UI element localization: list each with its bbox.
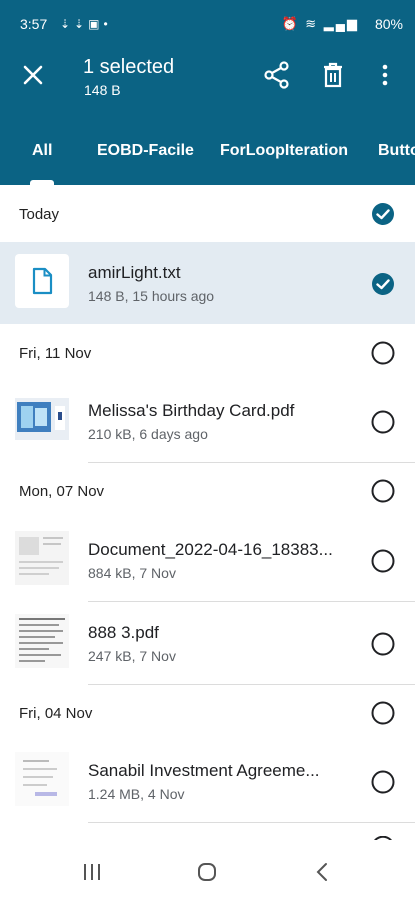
app-header: 3:57 ⇣⇣▣• ⏰ ≋ ▂▄▆ 80% 1 selected 148 B A… xyxy=(0,0,415,185)
selection-size: 148 B xyxy=(84,82,121,98)
section-date-label: Fri, 11 Nov xyxy=(19,345,92,362)
unchecked-circle-icon[interactable] xyxy=(371,341,395,365)
pdf-thumbnail xyxy=(15,752,69,806)
section-header-today: Today xyxy=(0,187,415,242)
filter-tabs: All EOBD-Facile ForLoopIteration Butto xyxy=(0,130,415,185)
checked-circle-icon[interactable] xyxy=(371,202,395,226)
unchecked-circle-icon[interactable] xyxy=(371,549,395,573)
more-options-icon[interactable] xyxy=(373,60,397,90)
close-icon[interactable] xyxy=(18,60,48,90)
section-header-fri-11-nov: Fri, 11 Nov xyxy=(0,326,415,381)
file-meta: 884 kB, 7 Nov xyxy=(88,565,176,581)
tab-indicator xyxy=(30,180,54,185)
document-icon xyxy=(32,267,53,295)
divider xyxy=(88,684,415,685)
system-icons: ⏰ ≋ ▂▄▆ xyxy=(281,16,359,31)
recent-apps-icon[interactable] xyxy=(77,858,107,886)
file-meta: 148 B, 15 hours ago xyxy=(88,288,215,304)
file-thumbnail xyxy=(15,254,69,308)
notification-icons: ⇣⇣▣• xyxy=(60,17,112,31)
file-row-sanabil[interactable]: Sanabil Investment Agreeme... 1.24 MB, 4… xyxy=(0,740,415,822)
unchecked-circle-icon[interactable] xyxy=(371,410,395,434)
status-time: 3:57 xyxy=(20,16,48,32)
section-date-label: Mon, 07 Nov xyxy=(19,483,105,500)
pdf-thumbnail xyxy=(15,531,69,585)
file-name: Melissa's Birthday Card.pdf xyxy=(88,401,295,420)
section-date-label: Fri, 04 Nov xyxy=(19,705,93,722)
file-meta: 210 kB, 6 days ago xyxy=(88,426,208,442)
battery-level: 80% xyxy=(374,16,403,32)
file-row-document[interactable]: Document_2022-04-16_18383... 884 kB, 7 N… xyxy=(0,519,415,601)
selection-count: 1 selected xyxy=(83,56,175,78)
status-bar: 3:57 ⇣⇣▣• ⏰ ≋ ▂▄▆ 80% xyxy=(0,10,415,38)
home-icon[interactable] xyxy=(192,858,222,886)
file-row-amirlight[interactable]: amirLight.txt 148 B, 15 hours ago xyxy=(0,242,415,324)
file-row-888-3[interactable]: 888 3.pdf 247 kB, 7 Nov xyxy=(0,602,415,684)
file-row-birthday-card[interactable]: Melissa's Birthday Card.pdf 210 kB, 6 da… xyxy=(0,380,415,462)
tab-eobd-facile[interactable]: EOBD-Facile xyxy=(97,142,194,160)
share-icon[interactable] xyxy=(262,60,292,90)
delete-icon[interactable] xyxy=(318,60,348,90)
section-header-fri-04-nov: Fri, 04 Nov xyxy=(0,686,415,741)
pdf-thumbnail xyxy=(15,614,69,668)
file-name: 888 3.pdf xyxy=(88,623,159,642)
file-name: Sanabil Investment Agreeme... xyxy=(88,761,320,780)
divider xyxy=(88,822,415,823)
pdf-thumbnail xyxy=(15,392,69,446)
tab-all[interactable]: All xyxy=(32,142,52,160)
file-meta: 247 kB, 7 Nov xyxy=(88,648,176,664)
file-meta: 1.24 MB, 4 Nov xyxy=(88,786,185,802)
unchecked-circle-icon[interactable] xyxy=(371,770,395,794)
tab-forloopiteration[interactable]: ForLoopIteration xyxy=(220,142,348,160)
unchecked-circle-icon[interactable] xyxy=(371,479,395,503)
divider xyxy=(88,462,415,463)
back-icon[interactable] xyxy=(308,858,338,886)
tab-butto[interactable]: Butto xyxy=(378,142,415,160)
unchecked-circle-icon[interactable] xyxy=(371,701,395,725)
system-nav-bar xyxy=(0,840,415,900)
file-name: amirLight.txt xyxy=(88,263,181,282)
section-date-label: Today xyxy=(19,206,60,223)
section-header-mon-07-nov: Mon, 07 Nov xyxy=(0,464,415,519)
unchecked-circle-icon[interactable] xyxy=(371,632,395,656)
checked-circle-icon[interactable] xyxy=(371,272,395,296)
file-name: Document_2022-04-16_18383... xyxy=(88,540,333,559)
